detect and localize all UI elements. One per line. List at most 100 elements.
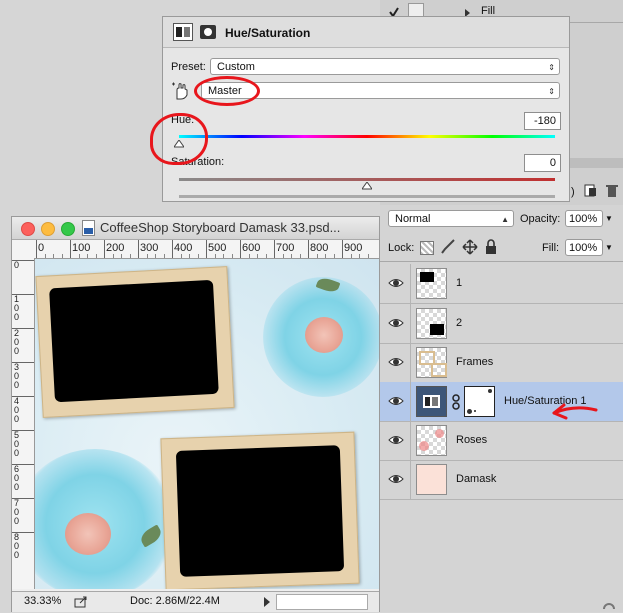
opacity-field[interactable]: 100%	[565, 210, 603, 227]
saturation-slider-thumb[interactable]	[361, 181, 373, 190]
layer-thumbnail	[416, 425, 447, 456]
ruler-tick	[172, 240, 173, 258]
panel-icon[interactable]: )	[571, 186, 581, 198]
ruler-minor-tick	[121, 254, 122, 258]
ruler-minor-tick	[95, 254, 97, 258]
lock-transparent-icon[interactable]	[420, 241, 434, 255]
ruler-minor-tick	[61, 254, 63, 258]
ruler-minor-tick	[112, 254, 114, 258]
ruler-minor-tick	[359, 254, 360, 258]
minimize-window-button[interactable]	[41, 222, 55, 236]
saturation-input[interactable]: 0	[524, 154, 561, 172]
frame-placeholder-2	[175, 445, 345, 577]
ruler-label: 8 0 0	[14, 532, 20, 560]
ruler-label: 900	[344, 242, 363, 254]
ruler-minor-tick	[53, 254, 54, 258]
export-icon[interactable]	[74, 595, 88, 608]
horizontal-scrollbar[interactable]	[276, 594, 368, 610]
ruler-minor-tick	[231, 254, 233, 258]
layer-row-2[interactable]: 2	[380, 304, 623, 344]
layer-name: Damask	[456, 473, 497, 485]
ruler-label: 5 0 0	[14, 430, 20, 458]
layer-row-roses[interactable]: Roses	[380, 421, 623, 461]
divider	[410, 343, 411, 382]
ruler-label: 100	[72, 242, 91, 254]
ruler-minor-tick	[189, 254, 190, 258]
hue-slider-thumb[interactable]	[173, 139, 185, 148]
ruler-minor-tick	[223, 254, 224, 258]
status-menu-triangle-icon[interactable]	[264, 597, 270, 607]
mask-icon[interactable]	[464, 386, 495, 417]
chevron-updown-icon: ▲	[501, 215, 509, 224]
eye-icon[interactable]	[388, 316, 404, 330]
fill-label: Fill:	[542, 242, 560, 254]
chain-link-icon[interactable]	[451, 394, 461, 410]
divider	[380, 261, 623, 262]
chevron-updown-icon: ⇕	[548, 87, 555, 96]
ruler-label: 0	[38, 242, 45, 254]
layer-row-damask[interactable]: Damask	[380, 460, 623, 500]
blend-row: Normal ▲ Opacity: 100% ▼	[380, 206, 623, 232]
preset-label: Preset:	[171, 61, 206, 73]
eye-icon[interactable]	[388, 433, 404, 447]
zoom-level[interactable]: 33.33%	[24, 595, 61, 607]
ruler-minor-tick	[78, 254, 80, 258]
hue-label: Hue:	[171, 114, 195, 126]
lock-all-icon[interactable]	[484, 239, 498, 255]
ruler-label: 6 0 0	[14, 464, 20, 492]
zoom-window-button[interactable]	[61, 222, 75, 236]
opacity-dropdown-icon[interactable]: ▼	[605, 210, 619, 227]
fill-dropdown-icon[interactable]: ▼	[605, 239, 619, 256]
lock-row: Lock: Fill: 100% ▼	[380, 234, 623, 260]
hue-input[interactable]: -180	[524, 112, 561, 130]
document-status-bar: 33.33% Doc: 2.86M/22.4M	[12, 591, 379, 612]
ruler-minor-tick	[146, 254, 148, 258]
ruler-origin[interactable]	[12, 240, 35, 259]
layer-row-frames[interactable]: Frames	[380, 343, 623, 383]
vertical-ruler[interactable]: 0 1 0 0 2 0 0 3 0 0 4 0 0 5 0 0 6 0 0 7 0 0 8 0 …	[12, 258, 35, 589]
eye-icon[interactable]	[388, 472, 404, 486]
ruler-minor-tick	[333, 254, 335, 258]
horizontal-ruler[interactable]: 0 100 200 300 400 500 600 700 800 900	[34, 240, 379, 259]
lock-move-icon[interactable]	[462, 239, 478, 255]
eye-icon[interactable]	[388, 276, 404, 290]
ruler-minor-tick	[282, 254, 284, 258]
ruler-minor-tick	[325, 254, 326, 258]
ruler-tick	[240, 240, 241, 258]
share-icon[interactable]	[602, 600, 616, 610]
lock-label: Lock:	[388, 242, 415, 254]
eye-icon[interactable]	[388, 355, 404, 369]
layer-name: 1	[456, 277, 463, 289]
fill-field[interactable]: 100%	[565, 239, 603, 256]
hue-slider-track[interactable]	[179, 135, 555, 138]
ruler-minor-tick	[180, 254, 182, 258]
photo-frame-1	[35, 266, 235, 418]
document-titlebar[interactable]: CoffeeShop Storyboard Damask 33.psd...	[12, 217, 379, 240]
ruler-label: 200	[106, 242, 125, 254]
blend-mode-select[interactable]: Normal ▲	[388, 210, 514, 227]
close-window-button[interactable]	[21, 222, 35, 236]
blend-mode-value: Normal	[395, 213, 431, 225]
preset-select[interactable]: Custom ⇕	[210, 58, 560, 75]
ruler-label: 700	[276, 242, 295, 254]
trash-icon[interactable]	[605, 184, 619, 198]
lock-brush-icon[interactable]	[440, 239, 456, 255]
channel-select[interactable]: Master ⇕	[201, 82, 560, 99]
ruler-label: 4 0 0	[14, 396, 20, 424]
eye-icon[interactable]	[388, 394, 404, 408]
ruler-minor-tick	[265, 254, 267, 258]
lightness-slider-track[interactable]	[179, 195, 555, 198]
photoshop-file-icon	[82, 220, 95, 236]
adjustment-icon[interactable]	[173, 23, 193, 41]
hand-target-icon[interactable]	[171, 81, 191, 101]
adjustment-icon[interactable]	[416, 386, 447, 417]
document-canvas[interactable]	[35, 259, 379, 589]
layer-thumbnail	[416, 308, 447, 339]
document-window: CoffeeShop Storyboard Damask 33.psd... 0…	[11, 216, 380, 612]
ruler-minor-tick	[316, 254, 318, 258]
ruler-tick	[36, 240, 37, 258]
divider	[410, 264, 411, 303]
create-new-icon[interactable]	[584, 184, 598, 198]
layer-row-1[interactable]: 1	[380, 264, 623, 304]
mask-icon[interactable]	[200, 25, 216, 39]
